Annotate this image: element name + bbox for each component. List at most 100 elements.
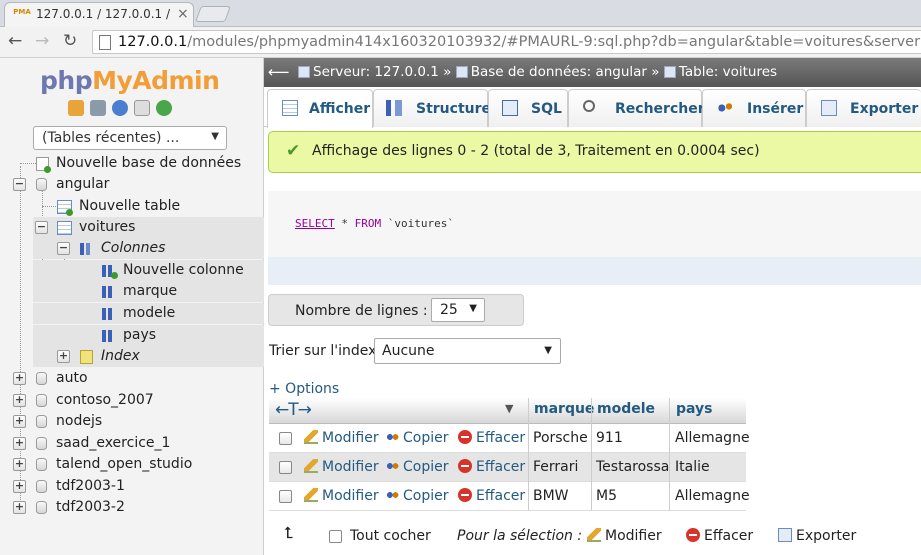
collapse-icon[interactable]: −: [57, 242, 70, 255]
expand-icon[interactable]: +: [57, 350, 70, 363]
tab-label: SQL: [531, 101, 562, 117]
bulk-edit-button[interactable]: Modifier: [587, 528, 662, 544]
tree-label: pays: [123, 327, 157, 343]
column-header-pays[interactable]: pays: [676, 401, 713, 417]
tree-item-db-nodejs[interactable]: + nodejs: [0, 411, 264, 432]
tree-item-new-db[interactable]: Nouvelle base de données: [0, 153, 264, 174]
cell-marque[interactable]: BMW: [533, 488, 569, 504]
docs-icon[interactable]: [134, 100, 150, 116]
edit-row-button[interactable]: Modifier: [304, 459, 379, 475]
column-header-modele[interactable]: modele: [597, 401, 655, 417]
back-icon[interactable]: ←: [8, 31, 22, 51]
cell-pays[interactable]: Allemagne: [675, 488, 750, 504]
cell-marque[interactable]: Ferrari: [533, 459, 578, 475]
expand-icon[interactable]: +: [13, 501, 26, 514]
breadcrumb-table[interactable]: Table: voitures: [679, 64, 777, 80]
collapse-icon[interactable]: −: [13, 178, 26, 191]
cell-pays[interactable]: Allemagne: [675, 430, 750, 446]
column-icon: [102, 286, 116, 298]
sort-down-icon[interactable]: ▼: [505, 402, 513, 415]
tab-export[interactable]: Exporter: [806, 89, 921, 127]
cell-modele[interactable]: M5: [596, 488, 617, 504]
tab-browse[interactable]: Afficher: [267, 89, 373, 128]
home-icon[interactable]: [68, 100, 84, 116]
tree-item-column-modele[interactable]: modele: [33, 303, 264, 324]
tree-item-db-auto[interactable]: + auto: [0, 368, 264, 389]
bulk-export-button[interactable]: Exporter: [778, 528, 856, 544]
check-all-label[interactable]: Tout cocher: [350, 528, 431, 544]
sql-table-name: `voitures`: [387, 217, 454, 230]
check-all-checkbox[interactable]: [329, 530, 342, 543]
search-icon: [583, 100, 595, 112]
tab-structure[interactable]: Structure: [373, 89, 491, 127]
collapse-panel-icon[interactable]: ⟵: [268, 63, 290, 81]
expand-icon[interactable]: +: [13, 372, 26, 385]
database-icon: [36, 394, 47, 407]
tree-item-db-contoso[interactable]: + contoso_2007: [0, 390, 264, 411]
new-tab-button[interactable]: [195, 6, 231, 22]
pma-favicon-icon: PMA: [13, 8, 31, 16]
options-link[interactable]: + Options: [269, 381, 339, 397]
row-checkbox[interactable]: [279, 432, 292, 445]
tab-sql[interactable]: SQL: [488, 89, 568, 127]
sql-keyword-select[interactable]: SELECT: [295, 217, 335, 230]
cell-pays[interactable]: Italie: [675, 459, 710, 475]
delete-row-button[interactable]: Effacer: [458, 430, 525, 446]
tree-item-column-marque[interactable]: marque: [33, 281, 264, 302]
tree-item-new-column[interactable]: Nouvelle colonne: [33, 260, 264, 281]
tree-label: Nouvelle base de données: [56, 155, 242, 171]
bulk-delete-button[interactable]: Effacer: [686, 528, 753, 544]
tree-item-db-talend[interactable]: + talend_open_studio: [0, 454, 264, 475]
recent-tables-value: (Tables récentes) ...: [42, 130, 180, 146]
expand-icon[interactable]: +: [13, 437, 26, 450]
rows-per-page-select[interactable]: 25 ▼: [431, 298, 485, 322]
delete-row-button[interactable]: Effacer: [458, 459, 525, 475]
tree-item-index[interactable]: + Index: [33, 346, 264, 367]
close-tab-icon[interactable]: ×: [177, 6, 189, 22]
edit-row-button[interactable]: Modifier: [304, 430, 379, 446]
tree-label: tdf2003-2: [56, 499, 125, 515]
tree-item-db-angular[interactable]: − angular: [0, 174, 264, 195]
insert-icon: [717, 100, 733, 116]
cell-modele[interactable]: 911: [596, 430, 623, 446]
copy-row-button[interactable]: Copier: [385, 488, 449, 504]
tree-item-db-tdf2003-2[interactable]: + tdf2003-2: [0, 497, 264, 518]
row-checkbox[interactable]: [279, 461, 292, 474]
tree-item-new-table[interactable]: Nouvelle table: [0, 196, 264, 217]
column-resize-arrows-icon[interactable]: ←T→: [275, 400, 312, 420]
delete-row-button[interactable]: Effacer: [458, 488, 525, 504]
expand-icon[interactable]: +: [13, 480, 26, 493]
breadcrumb-server[interactable]: Serveur: 127.0.0.1: [313, 64, 439, 80]
forward-icon[interactable]: →: [35, 31, 49, 51]
logout-icon[interactable]: [90, 100, 106, 116]
cell-modele[interactable]: Testarossa: [596, 459, 669, 475]
expand-icon[interactable]: +: [13, 458, 26, 471]
sort-index-select[interactable]: Aucune ▼: [374, 338, 561, 364]
phpmyadmin-logo[interactable]: phpMyAdmin: [40, 66, 220, 95]
tree-item-db-saad[interactable]: + saad_exercice_1: [0, 433, 264, 454]
cell-marque[interactable]: Porsche: [533, 430, 588, 446]
expand-icon[interactable]: +: [13, 394, 26, 407]
recent-tables-select[interactable]: (Tables récentes) ... ▼: [33, 126, 227, 150]
copy-row-button[interactable]: Copier: [385, 430, 449, 446]
url-input[interactable]: 127.0.0.1/modules/phpmyadmin414x16032010…: [92, 30, 921, 54]
tree-item-table-voitures[interactable]: − voitures: [33, 217, 264, 238]
edit-row-button[interactable]: Modifier: [304, 488, 379, 504]
row-checkbox[interactable]: [279, 490, 292, 503]
delete-icon: [458, 459, 472, 473]
tree-item-db-tdf2003-1[interactable]: + tdf2003-1: [0, 476, 264, 497]
reload-icon[interactable]: ↻: [63, 31, 77, 51]
collapse-icon[interactable]: −: [35, 221, 48, 234]
tree-item-columns[interactable]: − Colonnes: [33, 238, 264, 259]
database-icon: [36, 437, 47, 450]
help-icon[interactable]: [112, 100, 128, 116]
expand-icon[interactable]: +: [13, 415, 26, 428]
copy-row-button[interactable]: Copier: [385, 459, 449, 475]
tab-search[interactable]: Rechercher: [568, 89, 705, 127]
tab-insert[interactable]: Insérer: [702, 89, 806, 127]
browser-tab[interactable]: PMA 127.0.0.1 / 127.0.0.1 / angu ×: [4, 2, 194, 27]
breadcrumb-database[interactable]: Base de données: angular: [471, 64, 647, 80]
column-header-marque[interactable]: marque: [534, 401, 594, 417]
tree-item-column-pays[interactable]: pays: [33, 325, 264, 346]
reload-nav-icon[interactable]: [156, 100, 172, 116]
